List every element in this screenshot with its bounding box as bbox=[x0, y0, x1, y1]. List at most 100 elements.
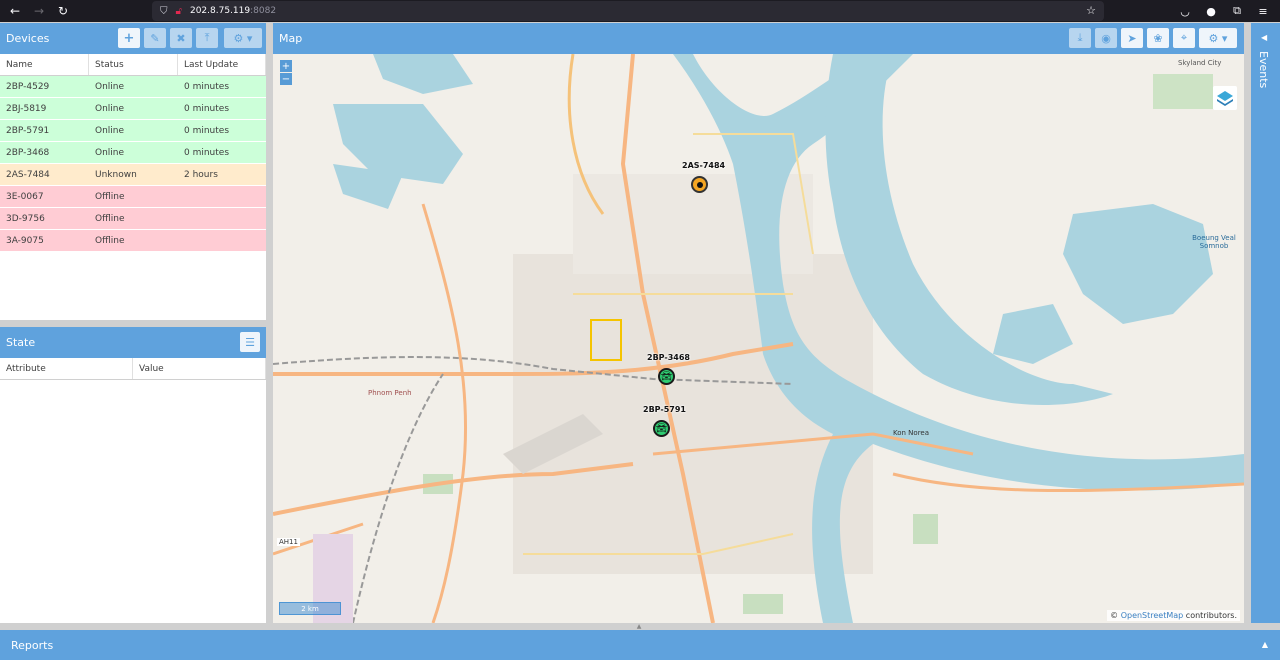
attribution-suffix: contributors. bbox=[1185, 611, 1237, 620]
device-status: Offline bbox=[95, 235, 125, 246]
url-host: 202.8.75.119 bbox=[189, 6, 251, 16]
state-title: State bbox=[6, 336, 36, 349]
car-icon: 🚘︎ bbox=[655, 423, 668, 434]
navigate-icon: ➤ bbox=[1127, 31, 1137, 45]
devices-title: Devices bbox=[6, 32, 50, 45]
bookmark-star-icon[interactable]: ☆ bbox=[1086, 4, 1096, 17]
table-row[interactable]: 2BP-4529 Online 0 minutes bbox=[0, 76, 266, 98]
settings-icon: ⚙ ▾ bbox=[233, 31, 253, 45]
right-splitter[interactable] bbox=[1244, 23, 1251, 623]
vehicle-marker-2bp-5791[interactable]: 🚘︎ bbox=[653, 420, 670, 437]
map-canvas[interactable]: + − Kon Norea Boeung Veal Somnob Skyland… bbox=[273, 54, 1244, 623]
add-icon: + bbox=[123, 30, 135, 46]
url-port: :8082 bbox=[250, 6, 277, 16]
add-device-button[interactable]: + bbox=[118, 28, 140, 48]
map-label-kon-norea: Kon Norea bbox=[893, 429, 930, 437]
devices-grid-body: 2BP-4529 Online 0 minutes 2BJ-5819 Onlin… bbox=[0, 76, 266, 252]
expand-reports-icon[interactable]: ▲ bbox=[1262, 640, 1268, 649]
map-tiles bbox=[273, 54, 1244, 623]
zoom-out-button[interactable]: − bbox=[280, 73, 292, 85]
map-header: Map ⤓ ◉ ➤ ❀ ⌖ ⚙ ▾ bbox=[273, 23, 1244, 54]
shield-icon[interactable]: ⛉ bbox=[160, 6, 168, 17]
marker-label-2bp-3468: 2BP-3468 bbox=[647, 353, 690, 362]
device-last-update bbox=[178, 208, 266, 229]
device-name: 2AS-7484 bbox=[6, 169, 50, 180]
table-row[interactable]: 2BP-3468 Online 0 minutes bbox=[0, 142, 266, 164]
expand-events-icon[interactable]: ◀ bbox=[1261, 33, 1267, 42]
back-icon[interactable]: ← bbox=[4, 0, 26, 22]
device-name: 3E-0067 bbox=[6, 191, 44, 202]
browser-toolbar: ← → ↻ ⛉ 🔓︎ 202.8.75.119:8082 ☆ ◡ ● ⧉ ≡ bbox=[0, 0, 1280, 22]
devices-state-splitter[interactable] bbox=[0, 320, 266, 327]
zoom-in-button[interactable]: + bbox=[280, 60, 292, 72]
map-attribution: © OpenStreetMap contributors. bbox=[1107, 610, 1240, 621]
devices-header: Devices + ✎ ✖ ⤒ ⚙ ▾ bbox=[0, 23, 266, 54]
map-geofence-button[interactable]: ❀ bbox=[1147, 28, 1169, 48]
extensions-icon[interactable]: ⧉ bbox=[1226, 0, 1248, 22]
map-download-button[interactable]: ⤓ bbox=[1069, 28, 1091, 48]
events-panel-collapsed[interactable]: ◀ Events bbox=[1251, 23, 1280, 623]
table-row[interactable]: 2AS-7484 Unknown 2 hours bbox=[0, 164, 266, 186]
state-panel: State ☰ Attribute Value bbox=[0, 327, 266, 623]
crosshair-icon: ⌖ bbox=[1180, 31, 1188, 44]
insecure-lock-icon[interactable]: 🔓︎ bbox=[176, 6, 182, 17]
marker-label-2bp-5791: 2BP-5791 bbox=[643, 405, 686, 414]
table-row[interactable]: 2BP-5791 Online 0 minutes bbox=[0, 120, 266, 142]
reload-icon[interactable]: ↻ bbox=[52, 0, 74, 22]
map-label-skyland-city: Skyland City bbox=[1178, 59, 1222, 67]
devices-grid-header: Name Status Last Update bbox=[0, 54, 266, 76]
device-status: Online bbox=[95, 147, 125, 158]
table-row[interactable]: 2BJ-5819 Online 0 minutes bbox=[0, 98, 266, 120]
device-last-update: 0 minutes bbox=[184, 147, 230, 158]
device-name: 2BP-3468 bbox=[6, 147, 50, 158]
column-header-attribute[interactable]: Attribute bbox=[0, 358, 133, 379]
table-row[interactable]: 3E-0067 Offline bbox=[0, 186, 266, 208]
layers-button[interactable] bbox=[1213, 86, 1237, 110]
menu-icon[interactable]: ≡ bbox=[1252, 0, 1274, 22]
state-details-button[interactable]: ☰ bbox=[240, 332, 260, 352]
vehicle-marker-2bp-3468[interactable]: 🚘︎ bbox=[658, 368, 675, 385]
openstreetmap-link[interactable]: OpenStreetMap bbox=[1121, 611, 1184, 620]
reports-collapse-handle[interactable]: ▲ bbox=[624, 623, 654, 630]
map-record-button[interactable]: ◉ bbox=[1095, 28, 1117, 48]
left-splitter[interactable] bbox=[266, 23, 273, 623]
column-header-last-update[interactable]: Last Update bbox=[178, 54, 266, 75]
upload-icon: ⤒ bbox=[204, 31, 210, 44]
device-name: 2BP-4529 bbox=[6, 81, 50, 92]
remove-device-button[interactable]: ✖ bbox=[170, 28, 192, 48]
device-settings-button[interactable]: ⚙ ▾ bbox=[224, 28, 262, 48]
forward-icon[interactable]: → bbox=[28, 0, 50, 22]
map-locate-button[interactable]: ⌖ bbox=[1173, 28, 1195, 48]
device-last-update bbox=[178, 230, 266, 251]
map-label-phnom-penh: Phnom Penh bbox=[368, 389, 412, 397]
column-header-name[interactable]: Name bbox=[0, 54, 89, 75]
edit-icon: ✎ bbox=[150, 31, 160, 45]
pocket-icon[interactable]: ◡ bbox=[1174, 0, 1196, 22]
device-name: 2BP-5791 bbox=[6, 125, 50, 136]
map-settings-button[interactable]: ⚙ ▾ bbox=[1199, 28, 1237, 48]
vehicle-marker-2as-7484[interactable] bbox=[691, 176, 708, 193]
download-icon: ⤓ bbox=[1077, 31, 1083, 44]
car-icon: 🚘︎ bbox=[660, 371, 673, 382]
command-device-button[interactable]: ⤒ bbox=[196, 28, 218, 48]
table-row[interactable]: 3D-9756 Offline bbox=[0, 208, 266, 230]
map-follow-button[interactable]: ➤ bbox=[1121, 28, 1143, 48]
device-name: 2BJ-5819 bbox=[6, 103, 47, 114]
url-bar[interactable]: ⛉ 🔓︎ 202.8.75.119:8082 ☆ bbox=[152, 1, 1104, 21]
column-header-status[interactable]: Status bbox=[89, 54, 178, 75]
record-icon: ◉ bbox=[1101, 31, 1111, 45]
map-label-ah11: AH11 bbox=[277, 538, 300, 546]
device-last-update: 0 minutes bbox=[184, 81, 230, 92]
device-status: Online bbox=[95, 125, 125, 136]
device-status: Unknown bbox=[95, 169, 137, 180]
account-icon[interactable]: ● bbox=[1200, 0, 1222, 22]
reports-panel-collapsed[interactable]: Reports ▲ bbox=[0, 630, 1280, 660]
marker-dot-icon bbox=[696, 181, 703, 188]
edit-device-button[interactable]: ✎ bbox=[144, 28, 166, 48]
state-header: State ☰ bbox=[0, 327, 266, 358]
settings-icon: ⚙ ▾ bbox=[1208, 31, 1228, 45]
column-header-value[interactable]: Value bbox=[133, 358, 266, 379]
device-name: 3D-9756 bbox=[6, 213, 45, 224]
table-row[interactable]: 3A-9075 Offline bbox=[0, 230, 266, 252]
copyright-symbol: © bbox=[1110, 611, 1119, 620]
